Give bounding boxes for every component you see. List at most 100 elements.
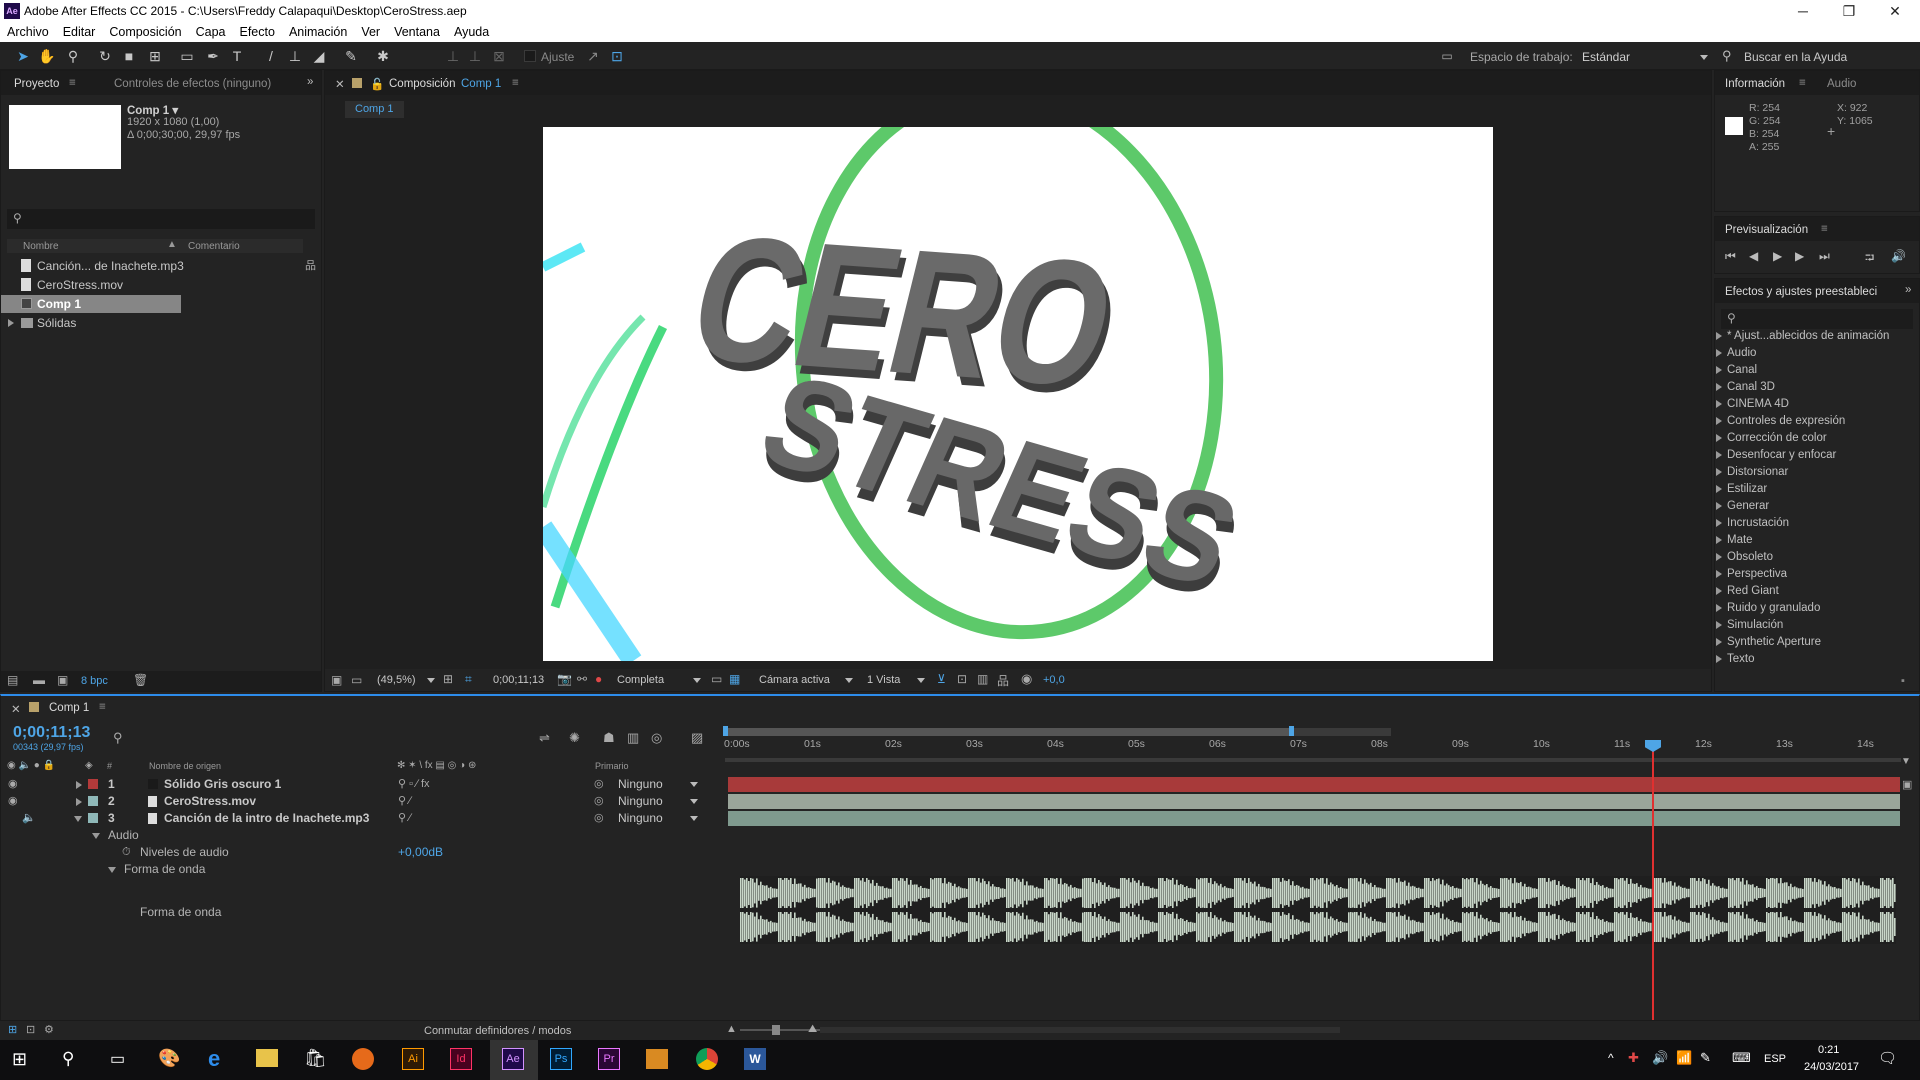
collapse-icon[interactable] [74, 816, 82, 822]
graph-editor-icon[interactable]: ▨ [691, 730, 703, 746]
layer-switches[interactable]: ⚲ ∕ [398, 793, 411, 810]
brush-tool-icon[interactable]: / [262, 47, 280, 65]
views-select[interactable]: 1 Vista [867, 674, 900, 686]
effects-category[interactable]: Generar [1716, 498, 1769, 515]
resolution-dropdown-icon[interactable] [693, 678, 701, 683]
col-name[interactable]: Nombre [23, 241, 59, 252]
workspace-dropdown-icon[interactable] [1700, 55, 1708, 60]
type-tool-icon[interactable]: T [228, 47, 246, 65]
comp-viewer[interactable]: CERO CERO STRESS STRESS [543, 127, 1493, 661]
panel-menu-icon[interactable]: ≡ [1821, 223, 1828, 235]
comp-mini-flowchart-icon[interactable]: ⇌ [539, 730, 550, 746]
zoom-dropdown-icon[interactable] [427, 678, 435, 683]
panel-menu-icon[interactable]: ≡ [99, 701, 106, 713]
pickwhip-icon[interactable]: ◎ [594, 810, 604, 827]
parent-dropdown-icon[interactable] [690, 782, 698, 787]
lock-icon[interactable]: 🔓 [370, 77, 384, 91]
clock-date[interactable]: 24/03/2017 [1804, 1061, 1859, 1073]
panel-menu-icon[interactable]: ≡ [512, 77, 519, 89]
snapshot-icon[interactable]: 📷 [557, 672, 572, 686]
parent-dropdown-icon[interactable] [690, 816, 698, 821]
effects-category[interactable]: Corrección de color [1716, 430, 1827, 447]
word-icon[interactable]: W [744, 1048, 766, 1070]
close-tab-icon[interactable]: ✕ [335, 77, 345, 91]
effects-category[interactable]: Synthetic Aperture [1716, 634, 1821, 651]
delete-icon[interactable]: 🗑 [133, 673, 148, 687]
fast-previews-icon[interactable]: ⊡ [957, 672, 967, 686]
paint-icon[interactable]: 🎨 [158, 1048, 180, 1069]
effects-category[interactable]: Perspectiva [1716, 566, 1787, 583]
security-icon[interactable]: ✚ [1628, 1050, 1639, 1066]
photoshop-icon[interactable]: Ps [550, 1048, 572, 1070]
panel-menu-icon[interactable]: ≡ [1799, 77, 1806, 89]
rotate-tool-icon[interactable]: ↻ [96, 47, 114, 65]
layer-switches[interactable]: ⚲ ∕ [398, 810, 411, 827]
menu-animacion[interactable]: Animación [282, 22, 354, 39]
motion-blur-icon[interactable]: ◎ [651, 730, 662, 746]
minimize-button[interactable]: ─ [1780, 0, 1826, 22]
layer-parent-select[interactable]: Ninguno [618, 776, 663, 793]
zoom-out-icon[interactable]: ▲ [726, 1023, 737, 1035]
indesign-icon[interactable]: Id [450, 1048, 472, 1070]
visibility-icon[interactable]: ◉ [8, 776, 18, 793]
layer-label-color[interactable] [88, 779, 98, 789]
timeline-icon[interactable]: ▥ [977, 672, 988, 686]
effects-category[interactable]: Controles de expresión [1716, 413, 1845, 430]
effects-category[interactable]: * Ajust...ablecidos de animación [1716, 328, 1889, 345]
pen-icon[interactable]: ✎ [1700, 1050, 1711, 1066]
tab-audio[interactable]: Audio [1827, 78, 1856, 90]
next-frame-icon[interactable]: ▶ [1795, 249, 1804, 263]
selection-tool-icon[interactable]: ➤ [14, 47, 32, 65]
show-hidden-icons-icon[interactable]: ^ [1608, 1051, 1614, 1065]
panel-overflow-icon[interactable]: » [307, 76, 313, 88]
menu-ventana[interactable]: Ventana [387, 22, 447, 39]
illustrator-icon[interactable]: Ai [402, 1048, 424, 1070]
layer-name[interactable]: CeroStress.mov [164, 793, 256, 810]
transparency-grid-icon[interactable]: ▦ [729, 672, 740, 686]
effects-category[interactable]: Canal [1716, 362, 1757, 379]
grid-icon[interactable]: ⊞ [443, 672, 453, 686]
loop-icon[interactable]: ⮒ [1865, 249, 1874, 270]
comp-button-icon[interactable]: ▣ [1902, 778, 1912, 791]
playhead-line[interactable] [1652, 740, 1654, 1022]
tab-effect-controls[interactable]: Controles de efectos (ninguno) [114, 78, 271, 90]
work-area-start-handle[interactable] [723, 726, 728, 736]
file-explorer-icon[interactable] [256, 1049, 278, 1067]
flowchart-icon[interactable]: 品 [997, 672, 1009, 689]
layer-name[interactable]: Sólido Gris oscuro 1 [164, 776, 281, 793]
menu-ayuda[interactable]: Ayuda [447, 22, 496, 39]
work-area-range[interactable] [725, 728, 1291, 736]
timeline-search-input[interactable] [111, 730, 411, 748]
audio-levels-row[interactable]: ⏱ Niveles de audio +0,00dB [0, 844, 1920, 861]
close-tab-icon[interactable]: ✕ [11, 702, 21, 716]
clone-stamp-tool-icon[interactable]: ⊥ [286, 47, 304, 65]
bit-depth-button[interactable]: 8 bpc [81, 675, 108, 687]
resolution-select[interactable]: Completa [617, 674, 664, 686]
layer-bar-audio[interactable] [728, 811, 1900, 826]
layer-switches-pane-icon[interactable]: ⊞ [8, 1023, 17, 1036]
keyboard-icon[interactable]: ⌨ [1732, 1050, 1751, 1066]
show-snapshot-icon[interactable]: ⚯ [577, 672, 587, 686]
effects-search-input[interactable] [1721, 309, 1913, 329]
sort-up-icon[interactable]: ▲ [167, 239, 177, 250]
timeline-scrollbar[interactable] [820, 1027, 1340, 1033]
language-indicator[interactable]: ESP [1764, 1053, 1786, 1065]
pickwhip-icon[interactable]: ◎ [594, 793, 604, 810]
axis-local-icon[interactable]: ⊥ [444, 47, 462, 65]
menu-editar[interactable]: Editar [56, 22, 103, 39]
snap-feature-icon[interactable]: ↗ [584, 47, 602, 65]
help-search-input[interactable]: Buscar en la Ayuda [1744, 50, 1847, 64]
previous-frame-icon[interactable]: ◀ [1749, 249, 1758, 263]
views-dropdown-icon[interactable] [917, 678, 925, 683]
mask-visibility-icon[interactable]: ⌗ [465, 672, 472, 687]
region-icon[interactable]: ▭ [351, 673, 362, 687]
panel-overflow-icon[interactable]: » [1905, 284, 1911, 296]
layer-parent-select[interactable]: Ninguno [618, 793, 663, 810]
work-area-end-handle[interactable] [1289, 726, 1294, 736]
color-channel-icon[interactable]: ● [595, 672, 602, 686]
camera-tool-icon[interactable]: ■ [120, 47, 138, 65]
draft-3d-icon[interactable]: ✺ [569, 730, 580, 746]
visibility-icon[interactable]: ◉ [8, 793, 18, 810]
project-search-input[interactable] [7, 209, 315, 229]
new-preset-icon[interactable]: ▪ [1901, 675, 1905, 687]
